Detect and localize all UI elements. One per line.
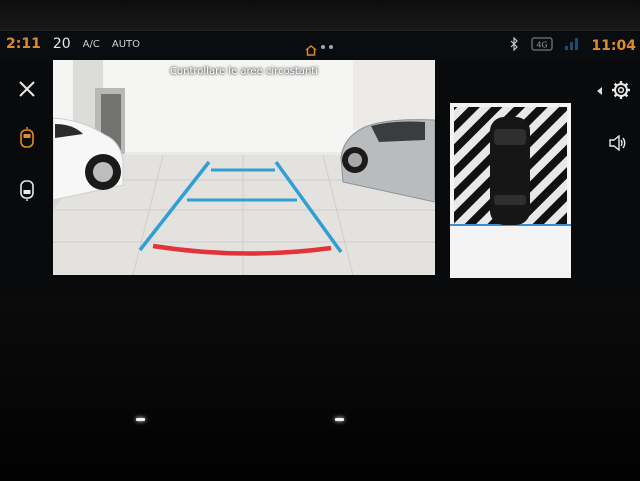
top-down-view: [450, 103, 571, 278]
left-rail: [0, 60, 52, 275]
status-right-group: 4G 11:04: [509, 36, 636, 55]
own-car-topview: [490, 117, 530, 225]
temperature-value[interactable]: 20: [53, 36, 71, 52]
ac-button[interactable]: A/C: [83, 39, 100, 50]
console-button-row: [30, 358, 590, 421]
gear-icon[interactable]: [611, 80, 631, 104]
clock: 11:04: [591, 37, 636, 54]
console-indicator-led: [335, 418, 344, 421]
status-bar: 2:11 20 A/C AUTO 4G 11:04: [0, 32, 640, 60]
signal-label: 4G: [537, 41, 548, 50]
status-left-group: 2:11 20 A/C AUTO: [6, 36, 140, 52]
camera-scene: [53, 60, 435, 275]
top-down-scene: [450, 107, 571, 278]
camera-warning-text: Controllare le aree circostanti: [170, 66, 318, 77]
dashboard-bezel: [0, 0, 640, 34]
signal-4g-icon: 4G: [531, 36, 553, 55]
rear-camera-view: Controllare le aree circostanti: [53, 60, 435, 275]
page-indicator: [321, 45, 333, 49]
auto-button[interactable]: AUTO: [112, 39, 140, 50]
expand-arrow-icon[interactable]: [597, 87, 602, 95]
climate-console: [0, 300, 640, 481]
signal-bars-icon: [565, 37, 579, 54]
close-icon[interactable]: [14, 76, 40, 102]
page-dot: [321, 45, 325, 49]
page-dot: [329, 45, 333, 49]
car-rear-camera-icon[interactable]: [17, 178, 37, 202]
bluetooth-icon: [509, 36, 519, 55]
right-rail: [585, 60, 640, 275]
car-front-camera-icon[interactable]: [17, 126, 37, 150]
home-icon[interactable]: [305, 41, 317, 60]
status-time-left: 2:11: [6, 36, 41, 52]
console-indicator-led: [136, 418, 145, 421]
speaker-icon[interactable]: [609, 134, 627, 155]
